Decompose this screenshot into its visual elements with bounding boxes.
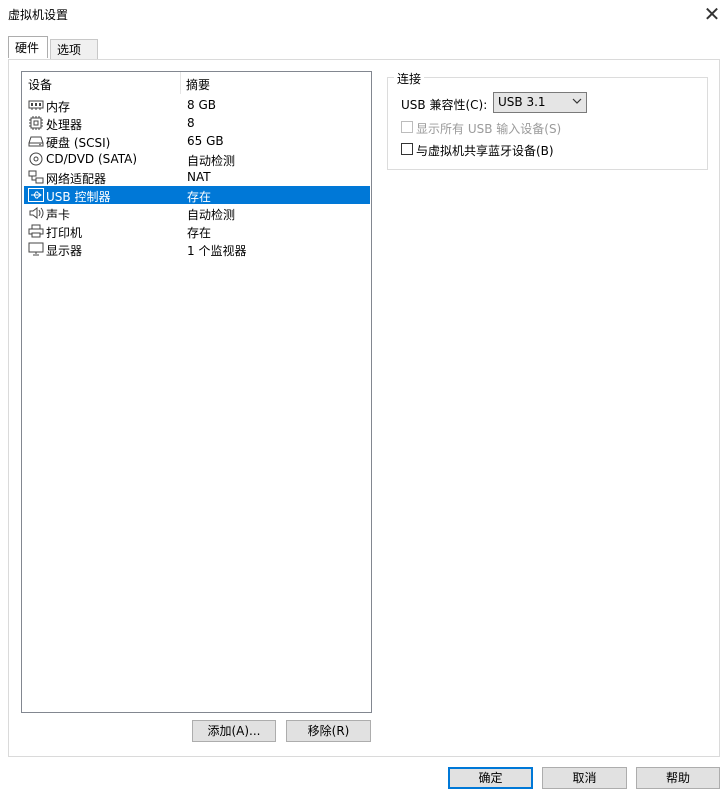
device-row-sound-card[interactable]: 声卡 自动检测 bbox=[24, 204, 370, 222]
column-header-device[interactable]: 设备 bbox=[28, 76, 52, 93]
share-bluetooth-checkbox[interactable] bbox=[401, 143, 413, 155]
window-title: 虚拟机设置 bbox=[8, 8, 69, 22]
device-row-cd-dvd[interactable]: CD/DVD (SATA) 自动检测 bbox=[24, 150, 370, 168]
device-name: 声卡 bbox=[46, 208, 71, 222]
usb-compat-select[interactable]: USB 3.1 bbox=[493, 92, 587, 113]
ok-button[interactable]: 确定 bbox=[448, 767, 533, 789]
network-adapter-icon bbox=[28, 170, 44, 184]
device-list[interactable]: 设备 摘要 内存 8 GB 处理器 8 硬盘 (SCSI) 65 GB CD/D… bbox=[21, 71, 372, 713]
device-name: CD/DVD (SATA) bbox=[46, 152, 138, 166]
hard-disk-icon bbox=[28, 136, 44, 147]
connection-group-title: 连接 bbox=[394, 70, 425, 87]
device-row-hard-disk[interactable]: 硬盘 (SCSI) 65 GB bbox=[24, 132, 370, 150]
processor-icon bbox=[29, 116, 43, 130]
show-all-usb-checkbox[interactable] bbox=[401, 121, 413, 133]
usb-icon bbox=[28, 188, 44, 202]
cd-dvd-icon bbox=[29, 152, 43, 166]
remove-device-button[interactable]: 移除(R) bbox=[286, 720, 371, 742]
device-row-display[interactable]: 显示器 1 个监视器 bbox=[24, 240, 370, 258]
memory-icon bbox=[28, 100, 44, 110]
device-summary: 自动检测 bbox=[187, 208, 236, 222]
device-summary: 存在 bbox=[187, 226, 212, 240]
device-row-network-adapter[interactable]: 网络适配器 NAT bbox=[24, 168, 370, 186]
device-name: 硬盘 (SCSI) bbox=[46, 136, 111, 150]
device-name: 处理器 bbox=[46, 118, 83, 132]
device-row-printer[interactable]: 打印机 存在 bbox=[24, 222, 370, 240]
device-name: 内存 bbox=[46, 100, 71, 114]
usb-compat-value: USB 3.1 bbox=[498, 95, 546, 109]
add-device-button[interactable]: 添加(A)... bbox=[192, 720, 276, 742]
help-button[interactable]: 帮助 bbox=[636, 767, 720, 789]
monitor-icon bbox=[28, 242, 44, 256]
list-header: 设备 摘要 bbox=[22, 72, 371, 96]
tab-hardware[interactable]: 硬件 bbox=[8, 36, 48, 58]
device-summary: 1 个监视器 bbox=[187, 244, 247, 258]
device-summary: 65 GB bbox=[187, 134, 224, 148]
device-summary: 8 GB bbox=[187, 98, 216, 112]
cancel-button[interactable]: 取消 bbox=[542, 767, 627, 789]
speaker-icon bbox=[29, 207, 44, 219]
usb-compat-label: USB 兼容性(C): bbox=[401, 98, 488, 112]
device-name: USB 控制器 bbox=[46, 190, 111, 204]
printer-icon bbox=[28, 224, 44, 238]
chevron-down-icon bbox=[572, 98, 582, 104]
title-bar: 虚拟机设置 ✕ bbox=[0, 0, 728, 30]
device-summary: NAT bbox=[187, 170, 211, 184]
device-summary: 自动检测 bbox=[187, 154, 236, 168]
device-name: 网络适配器 bbox=[46, 172, 107, 186]
close-icon[interactable]: ✕ bbox=[700, 2, 724, 26]
device-summary: 8 bbox=[187, 116, 195, 130]
device-row-memory[interactable]: 内存 8 GB bbox=[24, 96, 370, 114]
share-bluetooth-label: 与虚拟机共享蓝牙设备(B) bbox=[416, 144, 554, 158]
column-header-summary[interactable]: 摘要 bbox=[186, 76, 210, 93]
device-summary: 存在 bbox=[187, 190, 212, 204]
device-name: 显示器 bbox=[46, 244, 83, 258]
device-row-processor[interactable]: 处理器 8 bbox=[24, 114, 370, 132]
device-name: 打印机 bbox=[46, 226, 83, 240]
device-row-usb-controller[interactable]: USB 控制器 存在 bbox=[24, 186, 370, 204]
tab-options[interactable]: 选项 bbox=[50, 39, 98, 59]
show-all-usb-label: 显示所有 USB 输入设备(S) bbox=[416, 122, 562, 136]
column-separator[interactable] bbox=[180, 72, 181, 94]
